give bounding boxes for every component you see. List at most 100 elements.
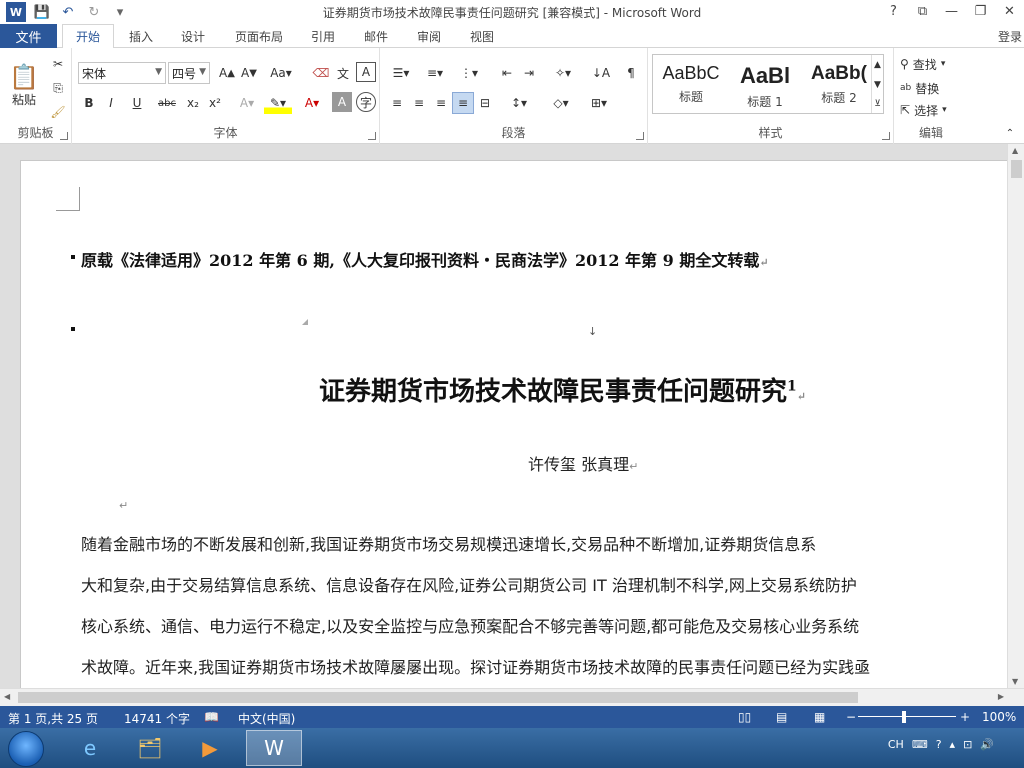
keyboard-icon[interactable]: ⌨ [912,738,928,751]
gallery-up-icon[interactable]: ▲ [871,55,883,75]
zoom-in-icon[interactable]: + [960,710,970,724]
vertical-scroll-thumb[interactable] [1011,160,1022,178]
styles-launcher[interactable] [882,132,890,140]
login-link[interactable]: 登录 [998,28,1022,45]
justify-icon[interactable]: ≡ [452,92,474,114]
zoom-slider-thumb[interactable] [902,711,906,723]
align-right-icon[interactable]: ≡ [430,92,452,114]
find-button[interactable]: ⚲ 查找 ▾ [900,54,966,74]
shading-icon[interactable]: ◇▾ [546,92,576,114]
tab-review[interactable]: 审阅 [406,24,452,48]
tab-file[interactable]: 文件 [0,24,57,48]
language[interactable]: 中文(中国) [238,710,295,727]
restore-button[interactable]: ❐ [966,0,995,22]
replace-button[interactable]: ab 替换 [900,78,966,98]
minimize-button[interactable]: — [937,0,966,22]
highlight-icon[interactable]: ✎▾ [264,92,292,114]
tab-view[interactable]: 视图 [459,24,505,48]
show-marks-icon[interactable]: ¶ [620,62,642,84]
web-layout-icon[interactable]: ▦ [814,710,825,724]
character-border-icon[interactable]: A [356,62,376,82]
borders-icon[interactable]: ⊞▾ [584,92,614,114]
show-hidden-icons-icon[interactable]: ▴ [950,738,956,751]
horizontal-scroll-thumb[interactable] [18,692,858,703]
scroll-down-icon[interactable]: ▼ [1012,677,1018,686]
align-center-icon[interactable]: ≡ [408,92,430,114]
help-tray-icon[interactable]: ? [936,738,942,751]
help-button[interactable]: ? [879,0,908,22]
scroll-left-icon[interactable]: ◀ [4,692,10,701]
start-button[interactable] [8,731,44,767]
zoom-out-icon[interactable]: − [846,710,856,724]
tab-references[interactable]: 引用 [300,24,346,48]
tab-layout[interactable]: 页面布局 [226,24,292,48]
zoom-slider[interactable] [858,716,956,717]
zoom-level[interactable]: 100% [982,710,1016,724]
network-icon[interactable]: ⊡ [963,738,972,751]
media-player-icon[interactable]: ▶ [182,730,238,766]
internet-explorer-icon[interactable]: e [62,730,118,766]
enclose-characters-icon[interactable]: 字 [356,92,376,112]
line-spacing-icon[interactable]: ↕▾ [504,92,534,114]
word-count[interactable]: 14741 个字 [124,710,190,727]
underline-button[interactable]: U [122,92,152,114]
subscript-button[interactable]: x₂ [182,92,204,114]
distributed-icon[interactable]: ⊟ [474,92,496,114]
chinese-layout-icon[interactable]: ✧▾ [548,62,578,84]
font-name-combo[interactable]: 宋体 ▼ [78,62,166,84]
paragraph-launcher[interactable] [636,132,644,140]
text-effects-icon[interactable]: A▾ [234,92,260,114]
bullets-icon[interactable]: ☰▾ [386,62,416,84]
style-heading-2[interactable]: AaBb( 标题 2 [803,57,875,111]
numbering-icon[interactable]: ≡▾ [420,62,450,84]
cut-icon[interactable]: ✂ [48,54,68,74]
print-layout-icon[interactable]: ▤ [776,710,787,724]
ribbon-display-options-button[interactable]: ⧉ [908,0,937,22]
strikethrough-button[interactable]: abc [154,92,180,114]
close-button[interactable]: ✕ [995,0,1024,22]
copy-icon[interactable]: ⎘ [48,78,68,98]
tab-design[interactable]: 设计 [170,24,216,48]
align-left-icon[interactable]: ≡ [386,92,408,114]
gallery-more-icon[interactable]: ⊻ [871,95,883,113]
increase-indent-icon[interactable]: ⇥ [518,62,540,84]
proofing-icon[interactable]: 📖 [204,710,219,724]
change-case-icon[interactable]: Aa▾ [266,62,296,84]
tab-mailings[interactable]: 邮件 [353,24,399,48]
collapse-ribbon-icon[interactable]: ⌃ [1002,126,1018,140]
paste-button[interactable]: 📋 粘贴 [6,54,42,116]
font-launcher[interactable] [368,132,376,140]
sort-icon[interactable]: ↓A [590,62,612,84]
bold-button[interactable]: B [78,92,100,114]
input-language[interactable]: CH [888,738,904,751]
shrink-font-icon[interactable]: A ▼ [238,62,260,84]
superscript-button[interactable]: x² [204,92,226,114]
word-taskbar-icon[interactable]: W [246,730,302,766]
grow-font-icon[interactable]: A ▲ [216,62,238,84]
font-color-icon[interactable]: A▾ [298,92,326,114]
clipboard-launcher[interactable] [60,132,68,140]
font-size-combo[interactable]: 四号 ▼ [168,62,210,84]
horizontal-scrollbar[interactable]: ◀ ▶ [0,688,1024,706]
clear-formatting-icon[interactable]: ⌫ [310,62,332,84]
read-mode-icon[interactable]: ▯▯ [738,710,751,724]
page-count[interactable]: 第 1 页,共 25 页 [8,710,98,727]
scroll-right-icon[interactable]: ▶ [998,692,1004,701]
italic-button[interactable]: I [100,92,122,114]
document-page[interactable]: 原载《法律适用》2012 年第 6 期,《人大复印报刊资料・民商法学》2012 … [20,160,1020,688]
character-shading-icon[interactable]: A [332,92,352,112]
multilevel-list-icon[interactable]: ⋮▾ [454,62,484,84]
volume-icon[interactable]: 🔊 [980,738,994,751]
gallery-down-icon[interactable]: ▼ [871,75,883,95]
style-heading-1[interactable]: AaBl 标题 1 [729,57,801,111]
decrease-indent-icon[interactable]: ⇤ [496,62,518,84]
phonetic-guide-icon[interactable]: 文 [332,62,354,84]
vertical-scrollbar[interactable]: ▲ ▼ [1007,144,1024,688]
format-painter-icon[interactable]: 🖌 [48,102,68,122]
scroll-up-icon[interactable]: ▲ [1012,146,1018,155]
select-button[interactable]: ⇱ 选择 ▾ [900,100,966,120]
tab-home[interactable]: 开始 [62,24,114,49]
tab-insert[interactable]: 插入 [118,24,164,48]
style-title[interactable]: AaBbC 标题 [655,57,727,111]
file-explorer-icon[interactable]: 🗂 [122,730,178,766]
